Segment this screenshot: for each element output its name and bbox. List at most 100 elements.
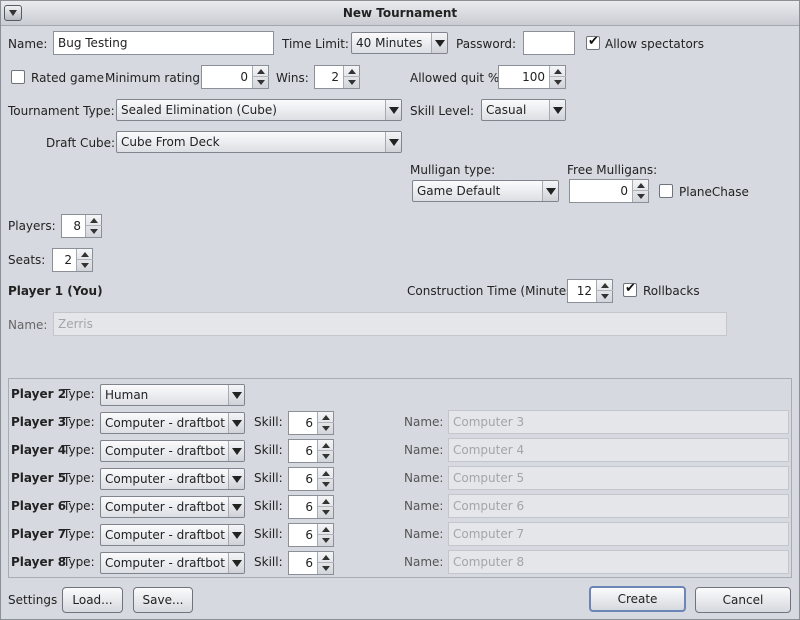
spinner-up-icon[interactable]: [344, 66, 360, 77]
spinner-up-icon[interactable]: [318, 412, 334, 423]
spinner-down-icon[interactable]: [318, 479, 334, 490]
player-type-value: Computer - draftbot: [105, 500, 225, 514]
player-row-label: Player 5: [11, 471, 67, 485]
draft-cube-value: Cube From Deck: [121, 135, 220, 149]
player-skill-spinner[interactable]: 6: [288, 523, 334, 547]
spinner-down-icon[interactable]: [550, 77, 566, 88]
tournament-type-value: Sealed Elimination (Cube): [121, 103, 277, 117]
player-type-value: Computer - draftbot: [105, 416, 225, 430]
window-menu-icon[interactable]: [4, 5, 22, 21]
player-type-select[interactable]: Computer - draftbot: [100, 524, 245, 546]
player-skill-value: 6: [305, 528, 313, 542]
player-skill-spinner[interactable]: 6: [288, 551, 334, 575]
spinner-down-icon[interactable]: [633, 191, 649, 202]
construction-time-label: Construction Time (Minutes):: [407, 284, 582, 298]
tournament-type-select[interactable]: Sealed Elimination (Cube): [116, 99, 402, 121]
tournament-type-label: Tournament Type:: [8, 104, 115, 118]
spinner-up-icon[interactable]: [318, 440, 334, 451]
player-skill-spinner[interactable]: 6: [288, 467, 334, 491]
chevron-down-icon: [228, 525, 244, 545]
cancel-button[interactable]: Cancel: [695, 587, 791, 613]
draft-cube-select[interactable]: Cube From Deck: [116, 131, 402, 153]
player-name-label: Name:: [404, 471, 444, 485]
spinner-down-icon[interactable]: [318, 507, 334, 518]
spinner-down-icon[interactable]: [318, 423, 334, 434]
save-button[interactable]: Save...: [133, 587, 193, 613]
player-name-input[interactable]: Computer 8: [448, 550, 789, 574]
spinner-up-icon[interactable]: [253, 66, 269, 77]
mulligan-type-label: Mulligan type:: [410, 163, 496, 177]
player-type-select[interactable]: Computer - draftbot: [100, 496, 245, 518]
player-name-input[interactable]: Computer 5: [448, 466, 789, 490]
free-mulligans-spinner[interactable]: 0: [569, 179, 649, 203]
player-row-label: Player 4: [11, 443, 67, 457]
password-input[interactable]: [523, 31, 575, 55]
spinner-down-icon[interactable]: [344, 77, 360, 88]
allowed-quit-spinner[interactable]: 100: [498, 65, 566, 89]
player-type-label: Type:: [63, 555, 95, 569]
chevron-down-icon: [431, 33, 447, 53]
spinner-up-icon[interactable]: [77, 249, 93, 260]
spinner-up-icon[interactable]: [550, 66, 566, 77]
spinner-up-icon[interactable]: [318, 496, 334, 507]
player-type-select[interactable]: Computer - draftbot: [100, 468, 245, 490]
player-name-input[interactable]: Computer 6: [448, 494, 789, 518]
mulligan-type-select[interactable]: Game Default: [412, 180, 559, 202]
planechase-checkbox[interactable]: [659, 184, 673, 198]
spinner-buttons: [317, 440, 334, 462]
load-button[interactable]: Load...: [62, 587, 123, 613]
player-skill-spinner[interactable]: 6: [288, 439, 334, 463]
rated-game-checkbox[interactable]: [11, 70, 25, 84]
player-name-input[interactable]: Computer 4: [448, 438, 789, 462]
spinner-up-icon[interactable]: [633, 180, 649, 191]
spinner-down-icon[interactable]: [77, 260, 93, 271]
time-limit-value: 40 Minutes: [356, 36, 423, 50]
spinner-up-icon[interactable]: [318, 468, 334, 479]
player1-name-input[interactable]: Zerris: [53, 312, 727, 336]
players-spinner[interactable]: 8: [61, 214, 102, 238]
player-type-select[interactable]: Computer - draftbot: [100, 412, 245, 434]
player-row-label: Player 8: [11, 555, 67, 569]
chevron-down-icon: [228, 385, 244, 405]
allow-spectators-checkbox[interactable]: [586, 34, 600, 50]
spinner-buttons: [317, 552, 334, 574]
spinner-down-icon[interactable]: [86, 226, 102, 237]
skill-level-label: Skill Level:: [410, 104, 475, 118]
spinner-up-icon[interactable]: [86, 215, 102, 226]
spinner-down-icon[interactable]: [318, 451, 334, 462]
player-skill-value: 6: [305, 500, 313, 514]
player-skill-value: 6: [305, 444, 313, 458]
new-tournament-dialog: New Tournament Name: Bug Testing Time Li…: [0, 0, 800, 620]
player-name-input[interactable]: Computer 7: [448, 522, 789, 546]
spinner-down-icon[interactable]: [597, 291, 613, 302]
name-input[interactable]: Bug Testing: [53, 31, 274, 55]
create-button[interactable]: Create: [589, 586, 686, 612]
player-type-label: Type:: [63, 527, 95, 541]
player-name-input[interactable]: Computer 3: [448, 410, 789, 434]
player-skill-spinner[interactable]: 6: [288, 495, 334, 519]
skill-level-select[interactable]: Casual: [481, 99, 566, 121]
seats-spinner[interactable]: 2: [52, 248, 93, 272]
spinner-down-icon[interactable]: [253, 77, 269, 88]
rollbacks-checkbox[interactable]: [623, 281, 637, 297]
player-type-label: Type:: [63, 499, 95, 513]
spinner-up-icon[interactable]: [318, 552, 334, 563]
spinner-down-icon[interactable]: [318, 563, 334, 574]
player-skill-label: Skill:: [254, 555, 283, 569]
wins-spinner[interactable]: 2: [314, 65, 360, 89]
player-type-select[interactable]: Computer - draftbot: [100, 552, 245, 574]
spinner-up-icon[interactable]: [597, 280, 613, 291]
construction-time-spinner[interactable]: 12: [567, 279, 613, 303]
player-type-select[interactable]: Human: [100, 384, 245, 406]
spinner-down-icon[interactable]: [318, 535, 334, 546]
spinner-buttons: [317, 468, 334, 490]
time-limit-select[interactable]: 40 Minutes: [351, 32, 448, 54]
player-type-value: Computer - draftbot: [105, 528, 225, 542]
player-skill-spinner[interactable]: 6: [288, 411, 334, 435]
player-type-value: Computer - draftbot: [105, 472, 225, 486]
spinner-up-icon[interactable]: [318, 524, 334, 535]
skill-level-value: Casual: [486, 103, 527, 117]
minimum-rating-spinner[interactable]: 0: [201, 65, 269, 89]
chevron-down-icon: [228, 497, 244, 517]
player-type-select[interactable]: Computer - draftbot: [100, 440, 245, 462]
